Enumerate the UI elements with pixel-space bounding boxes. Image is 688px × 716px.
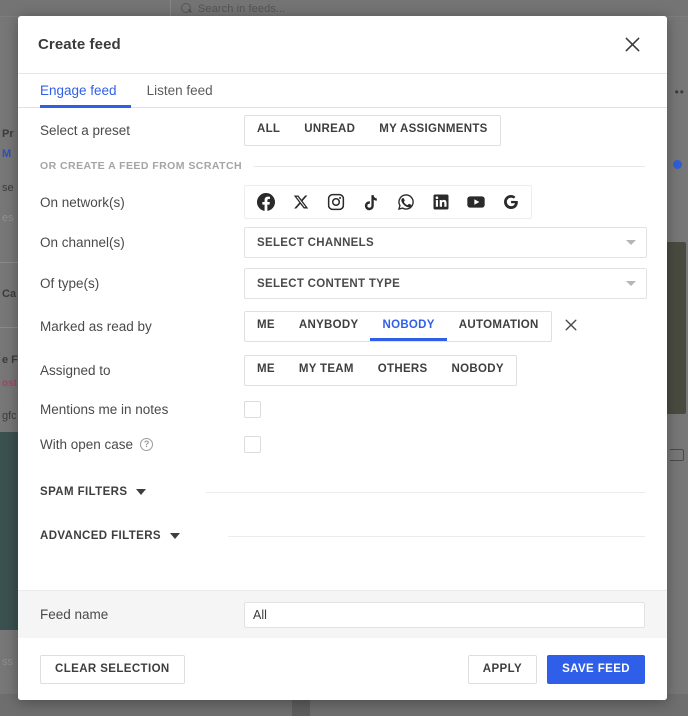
clear-selection-button[interactable]: Clear selection	[40, 654, 185, 684]
tab-listen-feed[interactable]: Listen feed	[147, 75, 227, 108]
create-feed-dialog: Create feed Engage feed Listen feed Sele…	[18, 16, 667, 700]
close-icon[interactable]	[619, 32, 645, 58]
instagram-icon[interactable]	[319, 189, 352, 215]
backdrop-text-fragment: ost	[2, 378, 17, 389]
assigned-to-row: Assigned to ME MY TEAM OTHERS NOBODY	[18, 348, 667, 392]
mentions-checkbox[interactable]	[244, 401, 261, 418]
backdrop-text-fragment: Ca	[2, 288, 17, 300]
backdrop-search-placeholder: Search in feeds...	[198, 2, 286, 15]
clear-x-icon[interactable]	[565, 319, 577, 333]
dialog-header: Create feed	[18, 16, 667, 74]
chevron-down-icon	[626, 281, 636, 286]
youtube-icon[interactable]	[459, 189, 492, 215]
preset-label: Select a preset	[40, 122, 131, 138]
select-content-type-dropdown[interactable]: SELECT CONTENT TYPE	[244, 268, 647, 299]
scratch-divider-label: OR CREATE A FEED FROM SCRATCH	[40, 160, 243, 172]
open-case-label-wrap: With open case ?	[40, 437, 244, 452]
spam-filters-section: Spam filters	[18, 470, 667, 514]
preset-option-my-assignments[interactable]: MY ASSIGNMENTS	[367, 116, 499, 145]
channels-row: On channel(s) SELECT CHANNELS	[18, 222, 667, 263]
caret-down-icon[interactable]	[136, 489, 147, 495]
divider-line	[227, 535, 645, 537]
networks-row: On network(s)	[18, 182, 667, 222]
backdrop-text-fragment: es	[2, 212, 14, 224]
backdrop-topbar: Search in feeds...	[0, 0, 688, 17]
status-dot	[673, 160, 682, 169]
assigned-to-option-my-team[interactable]: MY TEAM	[287, 356, 366, 385]
backdrop-text-fragment: e F	[2, 354, 18, 366]
advanced-filters-label[interactable]: Advanced filters	[40, 530, 161, 542]
select-channels-dropdown[interactable]: SELECT CHANNELS	[244, 227, 647, 258]
marked-as-read-option-anybody[interactable]: ANYBODY	[287, 312, 371, 341]
feed-name-label: Feed name	[40, 607, 109, 622]
open-case-row: With open case ?	[18, 427, 667, 462]
select-content-type-value: SELECT CONTENT TYPE	[257, 277, 401, 290]
preset-option-unread[interactable]: UNREAD	[292, 116, 367, 145]
divider-line	[254, 165, 645, 167]
preset-segmented-control: ALL UNREAD MY ASSIGNMENTS	[244, 114, 501, 146]
preset-row: Select a preset ALL UNREAD MY ASSIGNMENT…	[18, 108, 667, 152]
mentions-row: Mentions me in notes	[18, 392, 667, 427]
chevron-down-icon	[626, 240, 636, 245]
advanced-filters-section: Advanced filters	[18, 514, 667, 558]
marked-as-read-row: Marked as read by ME ANYBODY NOBODY AUTO…	[18, 304, 667, 348]
whatsapp-icon[interactable]	[389, 189, 422, 215]
dialog-footer: Clear selection Apply Save feed	[18, 638, 667, 700]
linkedin-icon[interactable]	[424, 189, 457, 215]
overflow-menu-icon[interactable]: ••	[675, 85, 685, 99]
footer-actions: Apply Save feed	[467, 654, 645, 684]
assigned-to-segmented-control: ME MY TEAM OTHERS NOBODY	[244, 354, 517, 386]
backdrop-text-fragment: M	[2, 148, 12, 160]
help-circle-icon[interactable]: ?	[140, 438, 154, 451]
backdrop-text-fragment: ss	[2, 656, 13, 668]
backdrop-text-fragment: Pr	[2, 128, 14, 140]
mentions-label: Mentions me in notes	[40, 402, 169, 417]
content-type-row: Of type(s) SELECT CONTENT TYPE	[18, 263, 667, 304]
backdrop-right-column: ••	[666, 17, 688, 716]
backdrop-text-fragment: gfc	[2, 410, 17, 422]
open-case-checkbox[interactable]	[244, 436, 261, 453]
assigned-to-option-nobody[interactable]: NOBODY	[440, 356, 516, 385]
search-icon	[181, 3, 192, 14]
dialog-tabs: Engage feed Listen feed	[18, 74, 667, 108]
backdrop-text-fragment: se	[2, 182, 14, 194]
spam-filters-label[interactable]: Spam filters	[40, 486, 127, 498]
assigned-to-option-others[interactable]: OTHERS	[366, 356, 440, 385]
assigned-to-option-me[interactable]: ME	[245, 356, 287, 385]
media-thumbnail	[667, 242, 686, 414]
tab-engage-feed[interactable]: Engage feed	[40, 75, 131, 108]
save-feed-button[interactable]: Save feed	[547, 654, 645, 684]
content-type-label: Of type(s)	[40, 276, 100, 291]
network-icon-group	[244, 185, 532, 219]
select-channels-value: SELECT CHANNELS	[257, 236, 374, 249]
preset-option-all[interactable]: ALL	[245, 116, 292, 145]
marked-as-read-label: Marked as read by	[40, 318, 152, 334]
caret-down-icon[interactable]	[169, 533, 180, 539]
marked-as-read-option-me[interactable]: ME	[245, 312, 287, 341]
feed-name-row: Feed name	[18, 590, 667, 638]
backdrop-search-field[interactable]: Search in feeds...	[170, 0, 285, 17]
reply-icon	[670, 449, 684, 461]
marked-as-read-option-automation[interactable]: AUTOMATION	[447, 312, 551, 341]
x-twitter-icon[interactable]	[284, 189, 317, 215]
google-icon[interactable]	[494, 189, 527, 215]
networks-label: On network(s)	[40, 194, 125, 210]
facebook-icon[interactable]	[249, 189, 282, 215]
tiktok-icon[interactable]	[354, 189, 387, 215]
apply-button[interactable]: Apply	[467, 654, 538, 684]
assigned-to-label: Assigned to	[40, 362, 111, 378]
marked-as-read-segmented-control: ME ANYBODY NOBODY AUTOMATION	[244, 310, 552, 342]
marked-as-read-option-nobody[interactable]: NOBODY	[370, 312, 447, 341]
scratch-divider: OR CREATE A FEED FROM SCRATCH	[18, 152, 667, 182]
feed-name-input[interactable]	[244, 601, 645, 628]
dialog-title: Create feed	[38, 36, 121, 53]
divider-line	[206, 491, 645, 493]
channels-label: On channel(s)	[40, 235, 125, 250]
dialog-body: Select a preset ALL UNREAD MY ASSIGNMENT…	[18, 108, 667, 590]
open-case-label: With open case	[40, 437, 134, 452]
